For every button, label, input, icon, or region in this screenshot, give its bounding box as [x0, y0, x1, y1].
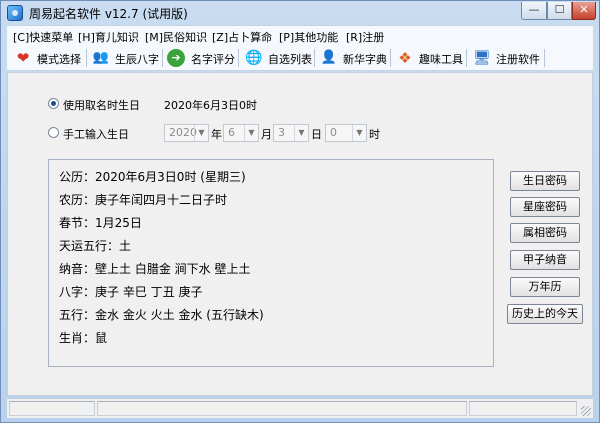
app-logo-icon	[7, 5, 23, 21]
year-unit-label: 年	[211, 128, 222, 141]
menu-register[interactable]: [R]注册	[346, 29, 384, 45]
info-solar-calendar: 公历：2020年6月3日0时 (星期三)	[59, 170, 246, 184]
maximize-button[interactable]: ☐	[547, 2, 572, 20]
day-select[interactable]: 3 ▼	[273, 124, 309, 142]
title-bar[interactable]: 周易起名软件 v12.7 (试用版) — ☐ ✕	[1, 1, 599, 25]
toolbar-separator	[390, 49, 391, 67]
toolbar-label: 模式选择	[37, 53, 81, 66]
info-spring-festival: 春节：1月25日	[59, 216, 142, 230]
status-cell	[9, 401, 95, 416]
hour-select[interactable]: 0 ▼	[325, 124, 367, 142]
globe-icon: 🌐	[245, 50, 263, 66]
toolbar-separator	[544, 49, 545, 67]
monitor-icon: 🖥	[473, 50, 491, 66]
window-title: 周易起名软件 v12.7 (试用版)	[29, 7, 188, 21]
chevron-down-icon: ▼	[294, 125, 308, 141]
status-cell	[469, 401, 577, 416]
radio-auto-birthday[interactable]	[48, 98, 59, 109]
windows-icon: ❖	[398, 49, 412, 67]
info-zodiac: 生肖：鼠	[59, 331, 108, 345]
hour-value: 0	[330, 126, 337, 139]
resize-grip-icon[interactable]	[581, 406, 591, 416]
people-icon: 👥	[92, 50, 110, 65]
toolbar-separator	[162, 49, 163, 67]
main-panel: 使用取名时生日 2020年6月3日0时 手工输入生日 2020 ▼ 年 6 ▼ …	[7, 72, 593, 396]
toolbar: ❤ 模式选择 👥 生辰八字 ➔ 名字评分 🌐 自选列表 👤 新华字典 ❖ 趣味工…	[7, 45, 593, 71]
zodiac-code-button[interactable]: 属相密码	[510, 223, 580, 243]
month-value: 6	[228, 126, 235, 139]
year-value: 2020	[169, 126, 197, 139]
toolbar-label: 名字评分	[191, 53, 235, 66]
menu-other-functions[interactable]: [P]其他功能	[279, 29, 338, 45]
heart-icon: ❤	[16, 49, 30, 67]
status-cell	[97, 401, 467, 416]
year-select[interactable]: 2020 ▼	[164, 124, 209, 142]
toolbar-label: 新华字典	[343, 53, 387, 66]
info-bazi: 八字：庚子 辛巳 丁丑 庚子	[59, 285, 203, 299]
info-lunar-calendar: 农历：庚子年闰四月十二日子时	[59, 193, 228, 207]
menu-quick-menu[interactable]: [C]快速菜单	[13, 29, 73, 45]
chevron-down-icon: ▼	[194, 125, 208, 141]
radio-manual-birthday[interactable]	[48, 127, 59, 138]
radio-manual-birthday-label[interactable]: 手工输入生日	[63, 126, 129, 142]
month-unit-label: 月	[261, 128, 272, 141]
person-icon: 👤	[320, 50, 338, 65]
hour-unit-label: 时	[369, 128, 380, 141]
toolbar-label: 自选列表	[268, 53, 312, 66]
history-today-button[interactable]: 历史上的今天	[507, 304, 583, 324]
jiazi-nayin-button[interactable]: 甲子纳音	[510, 250, 580, 270]
chevron-down-icon: ▼	[244, 125, 258, 141]
app-window: 周易起名软件 v12.7 (试用版) — ☐ ✕ [C]快速菜单 [H]育儿知识…	[0, 0, 600, 423]
info-nayin: 纳音：壁上土 白腊金 涧下水 壁上土	[59, 262, 251, 276]
status-bar	[7, 398, 593, 418]
toolbar-label: 生辰八字	[115, 53, 159, 66]
menu-parenting[interactable]: [H]育儿知识	[78, 29, 139, 45]
info-fortune-element: 天运五行：土	[59, 239, 132, 253]
toolbar-separator	[86, 49, 87, 67]
day-unit-label: 日	[311, 128, 322, 141]
toolbar-separator	[466, 49, 467, 67]
radio-auto-birthday-label[interactable]: 使用取名时生日	[63, 97, 140, 113]
perpetual-calendar-button[interactable]: 万年历	[510, 277, 580, 297]
arrow-right-icon: ➔	[167, 49, 185, 67]
info-wuxing: 五行：金水 金火 火土 金水 (五行缺木)	[59, 308, 264, 322]
birth-info-panel: 公历：2020年6月3日0时 (星期三) 农历：庚子年闰四月十二日子时 春节：1…	[48, 159, 494, 367]
close-button[interactable]: ✕	[572, 2, 596, 20]
menu-divination[interactable]: [Z]占卜算命	[212, 29, 272, 45]
toolbar-separator	[314, 49, 315, 67]
birthday-code-button[interactable]: 生日密码	[510, 171, 580, 191]
toolbar-separator	[238, 49, 239, 67]
chevron-down-icon: ▼	[352, 125, 366, 141]
star-code-button[interactable]: 星座密码	[510, 197, 580, 217]
menu-bar: [C]快速菜单 [H]育儿知识 [M]民俗知识 [Z]占卜算命 [P]其他功能 …	[7, 25, 593, 45]
day-value: 3	[278, 126, 285, 139]
menu-folklore[interactable]: [M]民俗知识	[145, 29, 207, 45]
toolbar-label: 趣味工具	[419, 53, 463, 66]
auto-birthday-value: 2020年6月3日0时	[164, 99, 257, 112]
month-select[interactable]: 6 ▼	[223, 124, 259, 142]
toolbar-label: 注册软件	[496, 53, 540, 66]
minimize-button[interactable]: —	[521, 2, 547, 20]
